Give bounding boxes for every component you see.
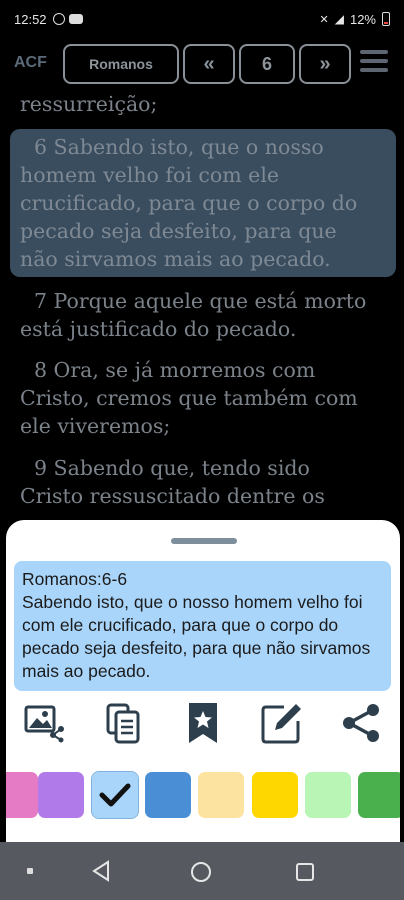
selected-verse-box: Romanos:6-6 Sabendo isto, que o nosso ho… [14,561,391,691]
sheet-drag-handle[interactable] [171,538,237,544]
verse-line: homem velho foi com ele [20,163,280,187]
verse-line: pecado seja desfeito, para que [20,219,337,243]
color-swatch-light-blue[interactable] [91,771,139,819]
verse-line: 8 Ora, se já morremos com [34,358,316,382]
verse-line: 9 Sabendo que, tendo sido [34,456,310,480]
verse-line: ressurreição; [20,92,158,116]
share-image-button[interactable] [23,701,67,745]
prev-chapter-button[interactable]: « [183,44,235,84]
toolbar: ACF Romanos « 6 » [0,44,404,84]
copy-button[interactable] [102,701,146,745]
status-bar: 12:52 ✕ ◢ 12% [0,0,404,38]
checkmark-icon [99,783,131,807]
youtube-icon [68,14,83,24]
chapter-selector-button[interactable]: 6 [239,44,295,84]
signal-icon: ◢ [334,12,344,26]
verse-line: está justificado do pecado. [20,317,297,341]
verse-reference: Romanos:6-6 [22,569,128,589]
menu-icon-bar [360,68,388,72]
menu-icon-bar [360,59,388,63]
verse-fragment[interactable]: ressurreição; [20,90,390,118]
verse-actions-sheet: Romanos:6-6 Sabendo isto, que o nosso ho… [6,520,400,842]
color-swatch-blue[interactable] [145,772,191,818]
chevrons-right-icon: » [319,52,331,75]
nav-dot-icon [27,868,33,874]
color-swatch-pink[interactable] [6,772,38,818]
verse-line: não sirvamos mais ao pecado. [20,247,331,271]
share-button[interactable] [339,701,383,745]
action-row [6,701,400,745]
verse-7[interactable]: 7 Porque aquele que está morto está just… [20,287,390,343]
color-swatch-green[interactable] [358,772,400,818]
menu-icon-bar [360,50,388,54]
highlight-color-palette [6,771,400,819]
edit-note-button[interactable] [260,701,304,745]
color-swatch-yellow[interactable] [252,772,298,818]
recent-apps-icon[interactable] [296,863,314,881]
verse-line: 7 Porque aquele que está morto [34,289,367,313]
mute-icon: ✕ [319,13,329,26]
verse-line: 6 Sabendo isto, que o nosso [34,135,324,159]
verse-9[interactable]: 9 Sabendo que, tendo sido Cristo ressusc… [20,454,390,510]
status-time: 12:52 [14,11,47,27]
color-swatch-purple[interactable] [38,772,84,818]
verse-line: Cristo ressuscitado dentre os [20,484,325,508]
version-label[interactable]: ACF [14,54,47,72]
next-chapter-button[interactable]: » [299,44,351,84]
verse-6-highlighted[interactable]: 6 Sabendo isto, que o nosso homem velho … [10,129,396,277]
chevrons-left-icon: « [203,52,215,75]
verse-line: crucificado, para que o corpo do [20,191,358,215]
bookmark-button[interactable] [181,701,225,745]
verse-8[interactable]: 8 Ora, se já morremos com Cristo, cremos… [20,356,390,440]
notification-icon [52,13,65,25]
bookmark-icon [189,703,217,743]
verse-line: Cristo, cremos que também com [20,386,358,410]
share-icon [343,704,379,742]
color-swatch-cream[interactable] [198,772,244,818]
copy-icon [106,703,140,744]
battery-text: 12% [349,11,376,27]
verse-line: ele viveremos; [20,414,171,438]
menu-button[interactable] [360,50,388,78]
book-selector-button[interactable]: Romanos [63,44,179,84]
share-image-icon [24,705,64,743]
system-nav-bar [0,842,404,900]
battery-icon [382,12,390,26]
edit-note-icon [261,704,301,744]
color-swatch-light-green[interactable] [305,772,351,818]
back-icon[interactable] [90,860,112,882]
verse-quote-text: Sabendo isto, que o nosso homem velho fo… [22,592,371,681]
home-icon[interactable] [191,862,211,882]
bible-reader[interactable]: ressurreição; 6 Sabendo isto, que o noss… [0,88,404,520]
